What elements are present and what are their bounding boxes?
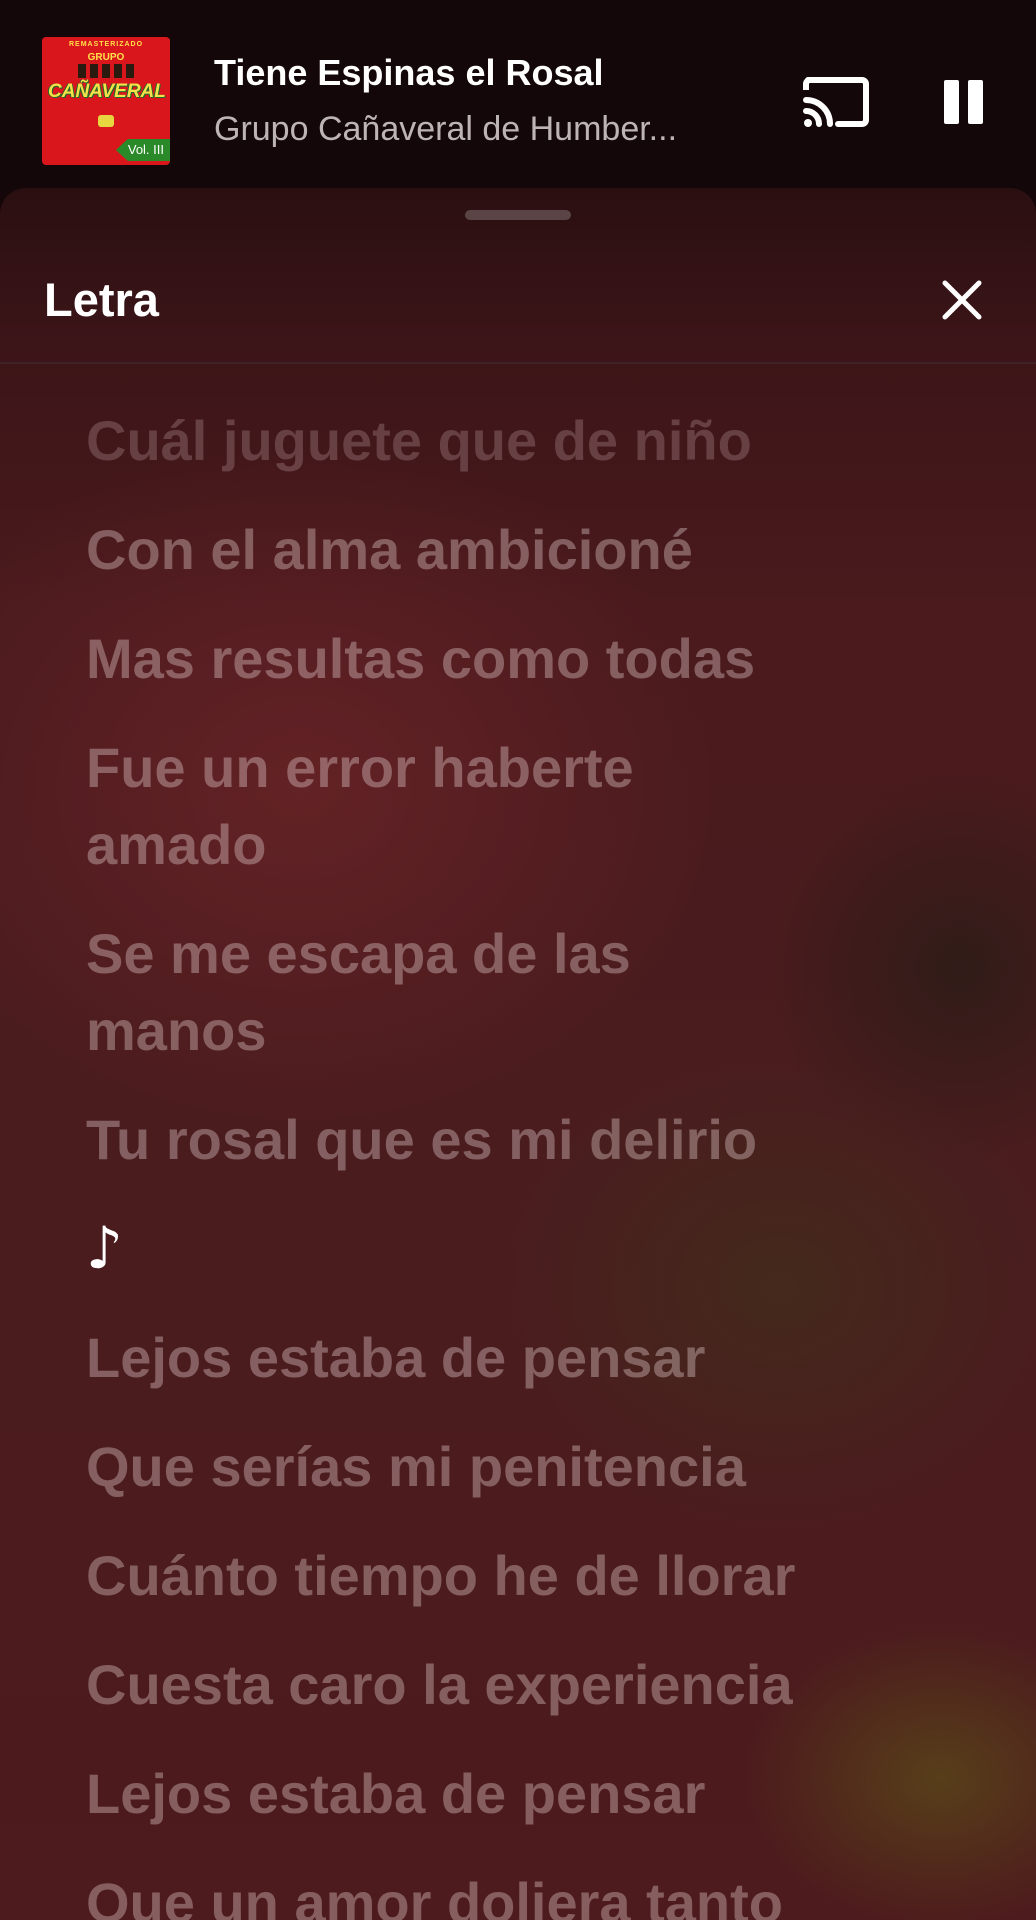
lyric-line[interactable]: Cuál juguete que de niño [86,402,906,479]
lyric-line[interactable]: Tu rosal que es mi delirio [86,1101,906,1178]
album-art-group-text: GRUPO [87,52,125,63]
close-icon [942,280,982,320]
lyrics-list[interactable]: Cuál juguete que de niño Con el alma amb… [86,402,906,1920]
pause-button[interactable] [938,76,988,126]
pause-icon [944,80,959,124]
lyric-line[interactable]: Que un amor doliera tanto [86,1864,906,1920]
album-art-figures [78,64,134,78]
drag-handle[interactable] [465,210,571,220]
cast-button[interactable] [800,70,872,134]
track-title: Tiene Espinas el Rosal [214,52,604,93]
album-art-name: CAÑAVERAL [48,81,166,102]
music-note-icon: ♪ [86,1214,124,1282]
lyric-line[interactable]: Fue un error haberte amado [86,729,806,883]
lyric-line[interactable]: Que serías mi penitencia [86,1428,906,1505]
album-art: REMASTERIZADO GRUPO CAÑAVERAL Vol. III [42,37,170,165]
mini-player[interactable]: REMASTERIZADO GRUPO CAÑAVERAL Vol. III T… [0,0,1036,190]
lyric-line[interactable]: Se me escapa de las manos [86,915,806,1069]
lyric-line[interactable]: Mas resultas como todas [86,620,906,697]
album-art-top-text: REMASTERIZADO [68,41,144,48]
sheet-title: Letra [44,273,159,326]
close-button[interactable] [940,278,984,322]
lyric-line[interactable]: Con el alma ambicioné [86,511,906,588]
lyric-line[interactable]: Lejos estaba de pensar [86,1319,906,1396]
pause-icon-bar [968,80,983,124]
lyric-line[interactable]: Cuánto tiempo he de llorar [86,1537,906,1614]
lyric-line[interactable]: Lejos estaba de pensar [86,1755,906,1832]
track-artist: Grupo Cañaveral de Humber... [214,110,678,148]
album-art-badge [98,115,114,127]
lyric-line[interactable]: Cuesta caro la experiencia [86,1646,906,1723]
divider [0,362,1036,364]
album-art-volume: Vol. III [115,139,170,161]
lyrics-sheet: Letra Cuál juguete que de niño Con el al… [0,188,1036,1920]
cast-icon [803,77,869,127]
